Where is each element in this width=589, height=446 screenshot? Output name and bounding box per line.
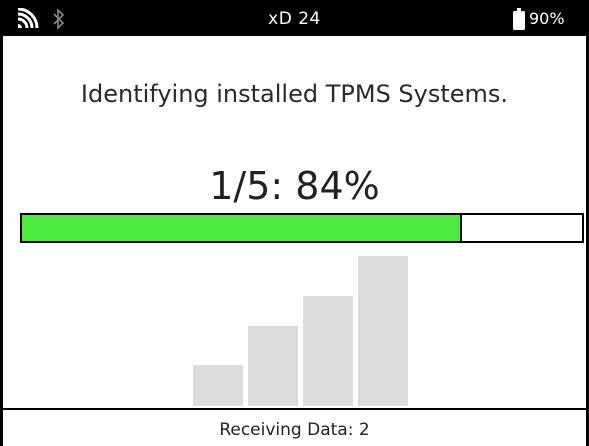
signal-strength-indicator (193, 256, 409, 406)
progress-label: 1/5: 84% (209, 164, 380, 208)
signal-bar (358, 256, 408, 406)
battery-percentage: 90% (529, 9, 565, 28)
footer-divider (0, 408, 589, 410)
signal-bar (303, 296, 353, 406)
battery-icon (513, 8, 525, 30)
signal-bar (193, 365, 243, 406)
receiving-data-status: Receiving Data: 2 (219, 420, 370, 440)
status-message: Identifying installed TPMS Systems. (80, 80, 509, 108)
signal-bar (248, 326, 298, 406)
progress-bar-fill (22, 215, 463, 241)
status-bar: xD 24 90% (0, 0, 589, 36)
device-title: xD 24 (268, 9, 321, 29)
progress-bar (20, 213, 584, 243)
